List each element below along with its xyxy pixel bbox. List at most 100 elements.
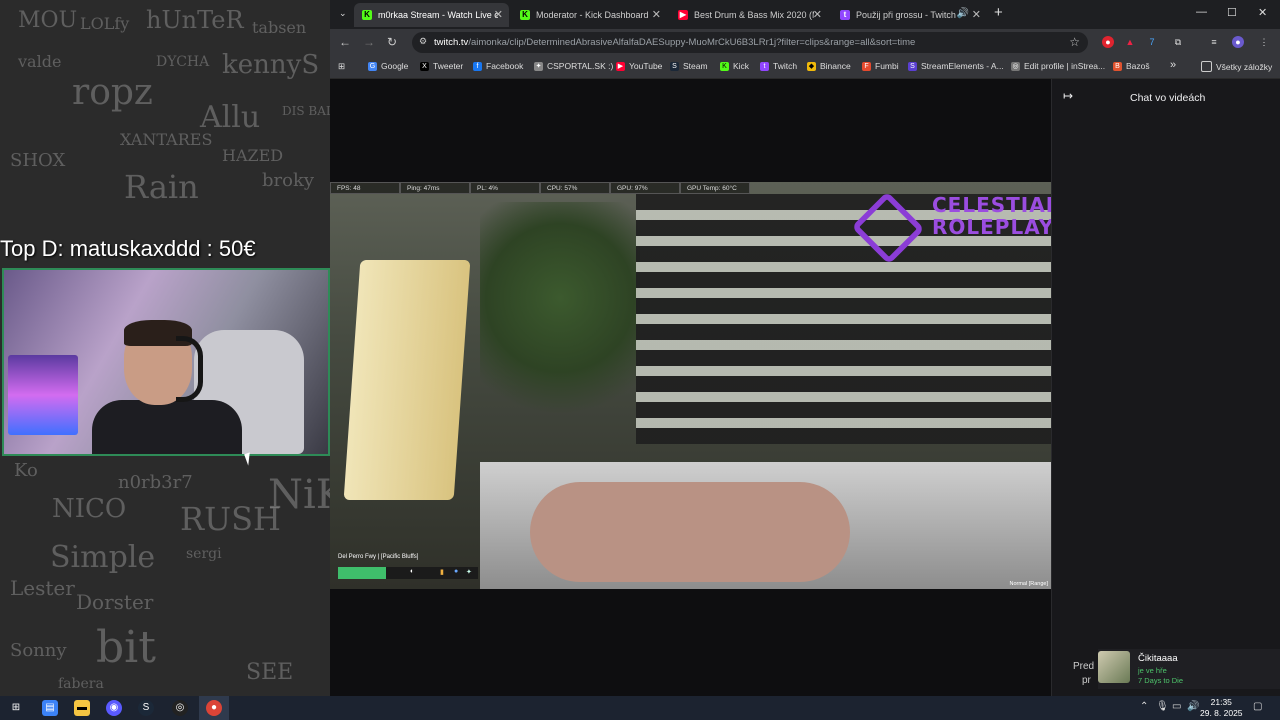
system-clock[interactable]: 21:35 29. 8. 2025 <box>1200 697 1243 719</box>
browser-tab[interactable]: t Použij při grossu - Twitch 🔊 ✕ <box>832 3 987 27</box>
voice-mode-label: Normal [Range] <box>1009 581 1048 587</box>
back-arrow-icon[interactable]: ← <box>339 35 351 49</box>
bookmark-streamelements[interactable]: S StreamElements - A... <box>908 61 1004 71</box>
armor-icon: ◐ <box>410 568 415 575</box>
speaker-icon[interactable]: 🔊 <box>957 8 969 19</box>
clock-time: 21:35 <box>1210 697 1232 707</box>
more-bookmarks-button[interactable]: » <box>1170 59 1176 71</box>
bookmark-star-icon[interactable]: ☆ <box>1069 35 1080 49</box>
bookmark-label: Google <box>381 61 409 71</box>
profile-avatar-icon[interactable]: ● <box>1232 36 1244 48</box>
bookmark-facebook[interactable]: f Facebook <box>473 61 523 71</box>
chat-message-prefix: Pred pr <box>1073 660 1094 688</box>
maximize-button[interactable]: ☐ <box>1227 6 1237 19</box>
bookmark-twitch[interactable]: t Twitch <box>760 61 797 71</box>
bookmark-bazos[interactable]: B Bazoš <box>1113 61 1150 71</box>
bookmark-instream[interactable]: ◎ Edit profile | inStrea... <box>1011 61 1105 71</box>
bookmark-kick[interactable]: K Kick <box>720 61 749 71</box>
clock-date: 29. 8. 2025 <box>1200 708 1243 718</box>
obs-app-icon[interactable]: ◉ <box>106 700 122 716</box>
windows-start-icon[interactable]: ⊞ <box>8 700 24 716</box>
avatar <box>1098 651 1130 683</box>
browser-tab[interactable]: ▶ Best Drum & Bass Mix 2020 (M ✕ <box>670 3 828 27</box>
microphone-icon[interactable]: 🎙 <box>1156 701 1169 712</box>
forward-arrow-icon[interactable]: → <box>363 35 375 49</box>
graffiti-text: fabera <box>58 676 104 692</box>
chrome-icon[interactable]: ● <box>206 700 222 716</box>
media-controls-icon[interactable]: ≡ <box>1208 36 1220 48</box>
menu-dots-icon[interactable]: ⋮ <box>1258 36 1270 48</box>
browser-tab[interactable]: K m0rkaa Stream - Watch Live on ✕ <box>354 3 509 27</box>
bookmark-label: Bazoš <box>1126 61 1150 71</box>
close-tab-icon[interactable]: ✕ <box>494 8 503 21</box>
bookmark-google[interactable]: G Google <box>368 61 408 71</box>
clip-video-player[interactable]: FPS: 48 Ping: 47ms PL: 4% CPU: 57% GPU: … <box>330 182 1051 589</box>
stream-overlay-panel: MOU LOLfy hUnTeR tabsen valde ropz DYCHA… <box>0 0 330 696</box>
extensions-puzzle-icon[interactable]: ⧉ <box>1172 36 1184 48</box>
webcam-feed <box>2 268 330 456</box>
bookmark-csportal[interactable]: ✦ CSPORTAL.SK :) <box>534 61 613 71</box>
graffiti-text: Rain <box>124 168 199 206</box>
tab-title: Použij při grossu - Twitch <box>856 10 956 20</box>
extension-tag-icon[interactable]: ▲ <box>1124 36 1136 48</box>
close-tab-icon[interactable]: ✕ <box>972 8 981 21</box>
tab-search-icon[interactable]: ⌄ <box>339 8 347 19</box>
notifications-icon[interactable]: ▢ <box>1253 701 1262 712</box>
folder-icon[interactable]: ▬ <box>74 700 90 716</box>
network-icon[interactable]: ▭ <box>1172 701 1181 712</box>
bookmark-youtube[interactable]: ▶ YouTube <box>616 61 662 71</box>
streamelements-icon: S <box>908 61 917 71</box>
chat-prefix-line: Pred <box>1073 661 1095 672</box>
hud-pl: PL: 4% <box>470 182 540 194</box>
friend-name: Čikitaaaa <box>1138 653 1178 664</box>
browser-tab[interactable]: K Moderator - Kick Dashboard ✕ <box>512 3 667 27</box>
bookmark-fumbi[interactable]: F Fumbi <box>862 61 899 71</box>
browser-window: ⌄ K m0rkaa Stream - Watch Live on ✕ K Mo… <box>330 0 1280 696</box>
streaming-app-icon[interactable]: ◎ <box>172 700 188 716</box>
graffiti-text: DIS BALANCE <box>282 104 330 118</box>
apps-grid-icon[interactable]: ⊞ <box>338 61 345 72</box>
close-tab-icon[interactable]: ✕ <box>813 8 822 21</box>
extension-red-icon[interactable]: ● <box>1102 36 1114 48</box>
kick-icon: K <box>720 61 729 71</box>
video-lamp <box>343 260 471 500</box>
hud-ping: Ping: 47ms <box>400 182 470 194</box>
reload-icon[interactable]: ↻ <box>387 35 397 49</box>
steam-friend-notification[interactable]: Čikitaaaa je ve hře 7 Days to Die <box>1098 649 1280 689</box>
url-domain: twitch.tv <box>434 37 469 48</box>
bookmark-label: Tweeter <box>433 61 464 71</box>
file-manager-icon[interactable]: ▤ <box>42 700 58 716</box>
close-tab-icon[interactable]: ✕ <box>652 8 661 21</box>
graffiti-text: Simple <box>50 540 156 575</box>
volume-icon[interactable]: 🔊 <box>1187 701 1199 712</box>
site-info-icon[interactable]: ⚙ <box>419 36 427 47</box>
bookmark-steam[interactable]: S Steam <box>670 61 708 71</box>
extension-translate-icon[interactable]: 7 <box>1146 36 1158 48</box>
all-bookmarks-button[interactable]: Všetky záložky <box>1201 61 1272 72</box>
hud-gpu-temp: GPU Temp: 60°C <box>680 182 750 194</box>
bookmark-label: Edit profile | inStrea... <box>1024 61 1106 71</box>
bookmarks-bar: ⊞ G Google X Tweeter f Facebook ✦ CSPORTAL.S… <box>330 56 1280 79</box>
graffiti-text: kennyS <box>222 50 320 80</box>
graffiti-text: tabsen <box>252 18 307 37</box>
video-plant <box>480 202 640 442</box>
tray-expand-icon[interactable]: ⌃ <box>1140 701 1148 712</box>
hunger-icon: ▮ <box>440 569 444 576</box>
close-window-button[interactable]: ✕ <box>1258 6 1267 19</box>
address-bar[interactable]: ⚙ twitch.tv /aimonka/clip/DeterminedAbra… <box>412 32 1088 53</box>
bookmark-label: YouTube <box>629 61 663 71</box>
bookmark-tweeter[interactable]: X Tweeter <box>420 61 463 71</box>
collapse-chat-icon[interactable]: ↦ <box>1063 89 1073 103</box>
bookmark-label: Twitch <box>773 61 798 71</box>
globe-icon: ◎ <box>1011 61 1020 71</box>
bookmark-binance[interactable]: ◆ Binance <box>807 61 851 71</box>
graffiti-text: SHOX <box>10 150 66 171</box>
bookmark-label: Všetky záložky <box>1216 61 1273 72</box>
minimize-button[interactable]: — <box>1196 6 1207 18</box>
steam-icon: S <box>670 61 679 71</box>
tab-title: Best Drum & Bass Mix 2020 (M <box>694 10 814 20</box>
steam-icon[interactable]: S <box>138 700 154 716</box>
new-tab-button[interactable]: + <box>994 4 1003 21</box>
graffiti-text: n0rb3r7 <box>118 472 193 493</box>
youtube-icon: ▶ <box>678 10 688 20</box>
